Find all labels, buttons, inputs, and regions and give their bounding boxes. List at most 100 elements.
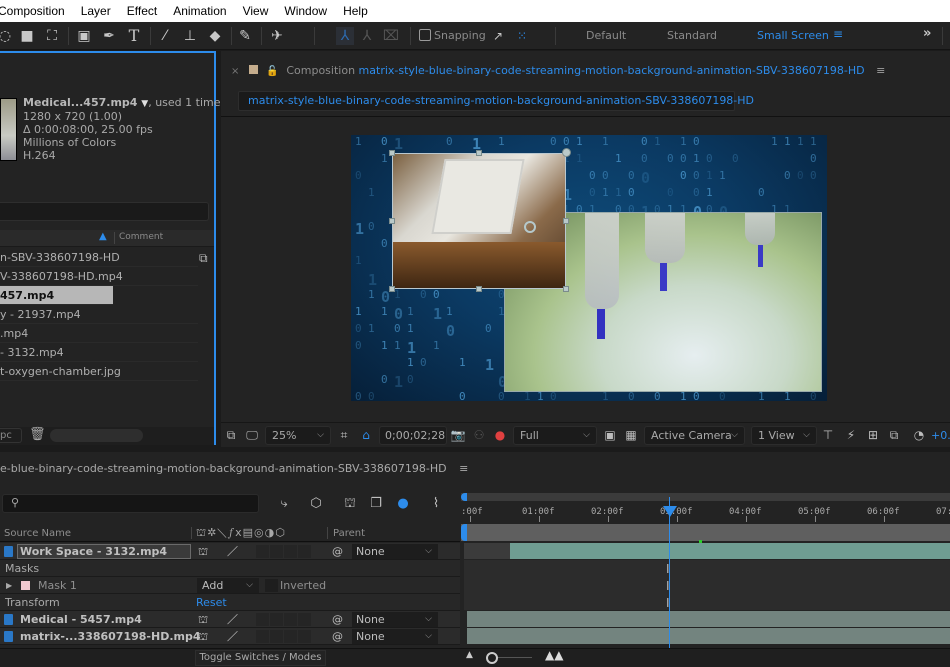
project-item[interactable]: .mp4 — [0, 324, 198, 343]
monitor-icon[interactable]: 🖵 — [244, 427, 260, 443]
menu-help[interactable]: Help — [343, 4, 368, 18]
toggle-switches-modes-button[interactable]: Toggle Switches / Modes — [195, 650, 326, 666]
menu-animation[interactable]: Animation — [173, 4, 226, 18]
shy-switch-icon[interactable]: ⛫ — [198, 611, 208, 628]
inverted-checkbox[interactable] — [265, 579, 278, 592]
pick-whip-icon[interactable]: @ — [332, 611, 343, 628]
switch-box[interactable] — [298, 613, 311, 626]
rectangle-tool-icon[interactable]: ▣ — [75, 27, 93, 45]
switch-box[interactable] — [256, 545, 269, 558]
project-scrollbar[interactable] — [50, 429, 143, 442]
switch-box[interactable] — [298, 545, 311, 558]
expand-triangle-icon[interactable]: ▶ — [6, 577, 12, 594]
snap-feature-icon[interactable]: ↗ — [489, 27, 507, 45]
masks-group-row[interactable]: Masks — [0, 560, 460, 577]
parent-select[interactable]: None ⌵ — [352, 544, 438, 559]
layer-row[interactable]: Medical - 5457.mp4 ⛫ ／ @ None ⌵ — [0, 611, 460, 628]
motion-blur-icon[interactable]: ● — [394, 496, 412, 512]
parent-select[interactable]: None ⌵ — [352, 629, 438, 644]
transform-handle[interactable] — [476, 286, 482, 292]
switch-box[interactable] — [284, 630, 297, 643]
pen-tool-icon[interactable]: ✒ — [100, 27, 118, 45]
workspace-standard[interactable]: Standard — [667, 29, 717, 42]
composition-breadcrumb[interactable]: matrix-style-blue-binary-code-streaming-… — [238, 91, 754, 111]
transform-handle[interactable] — [389, 286, 395, 292]
timeline-tab[interactable]: e-blue-binary-code-streaming-motion-back… — [0, 462, 468, 475]
pan-behind-tool-icon[interactable]: ⛶ — [43, 27, 61, 45]
zoom-slider-thumb[interactable] — [486, 652, 498, 664]
show-snapshot-icon[interactable]: ⚇ — [471, 427, 487, 443]
switch-box[interactable] — [284, 613, 297, 626]
playhead-line[interactable] — [669, 497, 670, 649]
zoom-in-icon[interactable]: ▲▲ — [545, 648, 563, 662]
timeline-search-input[interactable]: ⚲ — [2, 494, 259, 513]
mask-color-swatch[interactable] — [21, 581, 30, 590]
close-tab-icon[interactable]: × — [231, 66, 239, 77]
transparency-grid-icon[interactable]: ▦ — [623, 427, 639, 443]
layer-duration-bar[interactable] — [467, 611, 950, 627]
project-item[interactable]: - 3132.mp4 — [0, 343, 198, 362]
menu-window[interactable]: Window — [284, 4, 327, 18]
flowchart-icon[interactable]: ⧉ — [199, 251, 208, 266]
quality-switch-icon[interactable]: ／ — [227, 543, 238, 560]
magnification-select[interactable]: 25% ⌵ — [265, 426, 331, 445]
navigator-start-handle[interactable] — [461, 493, 467, 501]
switch-box[interactable] — [256, 630, 269, 643]
view-layout-select[interactable]: 1 View ⌵ — [751, 426, 817, 445]
workspace-default[interactable]: Default — [586, 29, 626, 42]
fast-previews-icon[interactable]: ⚡ — [843, 427, 859, 443]
zoom-slider-track[interactable] — [498, 657, 532, 658]
menu-layer[interactable]: Layer — [81, 4, 111, 18]
transform-handle[interactable] — [562, 148, 571, 157]
parent-header[interactable]: Parent — [333, 528, 365, 539]
camera-tool-icon[interactable]: ■ — [18, 27, 36, 45]
transform-reset-link[interactable]: Reset — [196, 594, 227, 611]
workspace-layer-preview[interactable] — [392, 153, 566, 289]
channel-icon[interactable]: ● — [492, 427, 508, 443]
region-of-interest-icon[interactable]: ▣ — [602, 427, 618, 443]
snapshot-icon[interactable]: 📷 — [450, 427, 466, 443]
flowchart-icon[interactable]: ⧉ — [886, 427, 902, 443]
switch-box[interactable] — [256, 613, 269, 626]
transform-handle[interactable] — [389, 150, 395, 156]
layer-duration-bar[interactable] — [467, 628, 950, 644]
time-ruler[interactable]: :00f 01:00f 02:00f 03:00f 04:00f 05:00f 06:00f… — [461, 502, 950, 522]
graph-editor-icon[interactable]: ⌇ — [427, 496, 445, 512]
reset-exposure-icon[interactable]: ◔ — [911, 427, 927, 443]
frame-blending-icon[interactable]: ❐ — [367, 496, 385, 512]
shy-switch-icon[interactable]: ⛫ — [198, 628, 208, 645]
menu-view[interactable]: View — [243, 4, 269, 18]
rotate-tool-icon[interactable]: ◌ — [0, 27, 14, 45]
work-area-start-handle[interactable] — [461, 524, 467, 541]
transform-handle[interactable] — [389, 218, 395, 224]
switch-box[interactable] — [270, 545, 283, 558]
sort-ascending-icon[interactable]: ▲ — [99, 231, 107, 242]
transform-group-row[interactable]: Transform Reset — [0, 594, 460, 611]
source-name-header[interactable]: Source Name — [4, 528, 71, 539]
switch-box[interactable] — [298, 630, 311, 643]
timeline-icon[interactable]: ⊞ — [865, 427, 881, 443]
type-tool-icon[interactable]: T — [125, 27, 143, 45]
draft-3d-icon[interactable]: ⬡ — [307, 496, 325, 512]
composition-tab[interactable]: × 🔓 Composition matrix-style-blue-binary… — [231, 64, 885, 77]
comp-color-label-icon[interactable] — [248, 65, 258, 74]
layer-duration-bar[interactable] — [510, 543, 950, 559]
workspace-small-screen[interactable]: Small Screen — [757, 29, 829, 42]
layer-row[interactable]: Work Space - 3132.mp4 ⛫ ／ @ None ⌵ — [0, 543, 460, 560]
project-item[interactable]: n-SBV-338607198-HD — [0, 248, 198, 267]
pick-whip-icon[interactable]: @ — [332, 628, 343, 645]
mask-name[interactable]: Mask 1 — [38, 577, 77, 594]
footage-name[interactable]: Medical...457.mp4 ▼, used 1 time — [23, 96, 221, 109]
shy-switch-icon[interactable]: ⛫ — [198, 543, 208, 560]
brush-tool-icon[interactable]: ⁄ — [156, 27, 174, 45]
composition-viewer[interactable]: 1011100010111001001101111100110100001111… — [221, 116, 950, 421]
shy-layers-icon[interactable]: ⛫ — [341, 496, 359, 512]
pick-whip-icon[interactable]: @ — [332, 543, 343, 560]
layer-row[interactable]: matrix-...338607198-HD.mp4 ⛫ ／ @ None ⌵ — [0, 628, 460, 645]
playhead-handle[interactable] — [663, 506, 677, 517]
transform-handle[interactable] — [563, 218, 569, 224]
clone-stamp-tool-icon[interactable]: ⊥ — [181, 27, 199, 45]
project-item[interactable]: y - 21937.mp4 — [0, 305, 198, 324]
work-area-bar[interactable] — [461, 524, 950, 541]
project-item-selected[interactable]: 457.mp4 — [0, 286, 113, 305]
